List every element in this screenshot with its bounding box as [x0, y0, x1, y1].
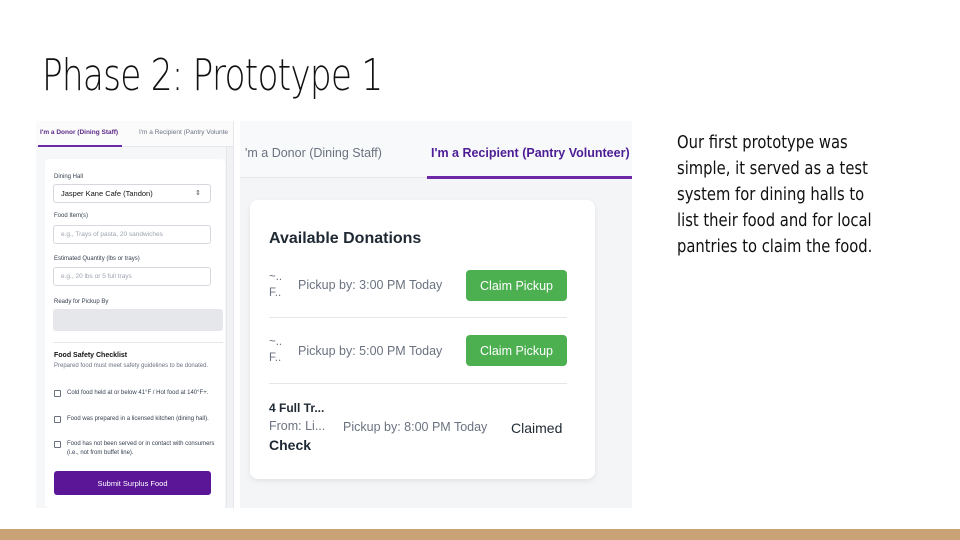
donation-row: 4 Full Tr... From: Li... Check Pickup by…: [269, 384, 567, 464]
checklist-checkbox[interactable]: [54, 441, 61, 448]
card-title: Available Donations: [269, 230, 422, 247]
tab-recipient[interactable]: I'm a Recipient (Pantry Volunte: [139, 129, 228, 136]
available-donations-card: Available Donations ~.. F.. Pickup by: 3…: [250, 200, 595, 479]
donation-source: From: Li...: [269, 419, 326, 433]
pickup-time: Pickup by: 8:00 PM Today: [343, 420, 488, 434]
tab-donor[interactable]: I'm a Donor (Dining Staff): [40, 129, 118, 136]
donation-source: F..: [269, 287, 282, 299]
checklist-title: Food Safety Checklist: [54, 352, 128, 359]
body-line: system for dining halls to: [677, 184, 865, 205]
recipient-screenshot: 'm a Donor (Dining Staff) I'm a Recipien…: [240, 121, 632, 508]
pickup-by-label: Ready for Pickup By: [54, 299, 109, 305]
body-line: pantries to claim the food.: [677, 236, 873, 257]
donation-note: Check: [269, 437, 312, 453]
donation-form: Dining Hall Jasper Kane Cafe (Tandon) ⇕ …: [45, 159, 225, 508]
active-tab-indicator: [38, 145, 122, 147]
scrollbar[interactable]: [226, 147, 233, 508]
quantity-label: Estimated Quantity (lbs or trays): [54, 256, 140, 262]
checklist-checkbox[interactable]: [54, 390, 61, 397]
checklist-checkbox[interactable]: [54, 416, 61, 423]
checklist-item: Food has not been served or in contact w…: [67, 441, 215, 456]
tab-recipient[interactable]: I'm a Recipient (Pantry Volunteer): [431, 146, 630, 160]
checklist-description: Prepared food must meet safety guideline…: [54, 363, 209, 369]
donor-tab-bar: I'm a Donor (Dining Staff) I'm a Recipie…: [36, 121, 233, 147]
tab-donor[interactable]: 'm a Donor (Dining Staff): [245, 146, 382, 160]
donation-name: ~..: [269, 271, 283, 283]
select-caret-icon: ⇕: [195, 190, 201, 197]
food-items-placeholder: e.g., Trays of pasta, 20 sandwiches: [61, 231, 163, 238]
donation-name: ~..: [269, 336, 283, 348]
pickup-time: Pickup by: 5:00 PM Today: [298, 344, 443, 358]
claim-pickup-button[interactable]: Claim Pickup: [466, 335, 567, 366]
recipient-tab-bar: 'm a Donor (Dining Staff) I'm a Recipien…: [240, 121, 632, 179]
dining-hall-value: Jasper Kane Cafe (Tandon): [61, 189, 153, 198]
body-line: simple, it served as a test: [677, 158, 868, 179]
food-items-label: Food Item(s): [54, 213, 89, 219]
slide-body-text: Our first prototype was simple, it serve…: [677, 130, 937, 260]
submit-surplus-food-button[interactable]: Submit Surplus Food: [54, 471, 211, 495]
body-line: list their food and for local: [677, 210, 872, 231]
donation-source: F..: [269, 352, 282, 364]
checklist-item: Cold food held at or below 41°F / Hot fo…: [67, 390, 209, 396]
divider: [53, 342, 223, 343]
donation-row: ~.. F.. Pickup by: 3:00 PM Today Claim P…: [269, 266, 567, 318]
checklist-item: Food was prepared in a licensed kitchen …: [67, 416, 209, 422]
claim-pickup-button[interactable]: Claim Pickup: [466, 270, 567, 301]
pickup-by-input[interactable]: [53, 309, 223, 331]
bottom-accent-bar: [0, 529, 960, 540]
dining-hall-label: Dining Hall: [54, 174, 84, 180]
donation-row: ~.. F.. Pickup by: 5:00 PM Today Claim P…: [269, 318, 567, 384]
claimed-status: Claimed: [511, 420, 563, 436]
active-tab-indicator: [427, 176, 632, 179]
pickup-time: Pickup by: 3:00 PM Today: [298, 278, 443, 292]
slide-title: Phase 2: Prototype 1: [42, 50, 383, 101]
donor-form-screenshot: I'm a Donor (Dining Staff) I'm a Recipie…: [36, 121, 234, 508]
quantity-placeholder: e.g., 20 lbs or 5 full trays: [61, 273, 132, 280]
body-line: Our first prototype was: [677, 132, 848, 153]
donation-name: 4 Full Tr...: [269, 401, 325, 415]
